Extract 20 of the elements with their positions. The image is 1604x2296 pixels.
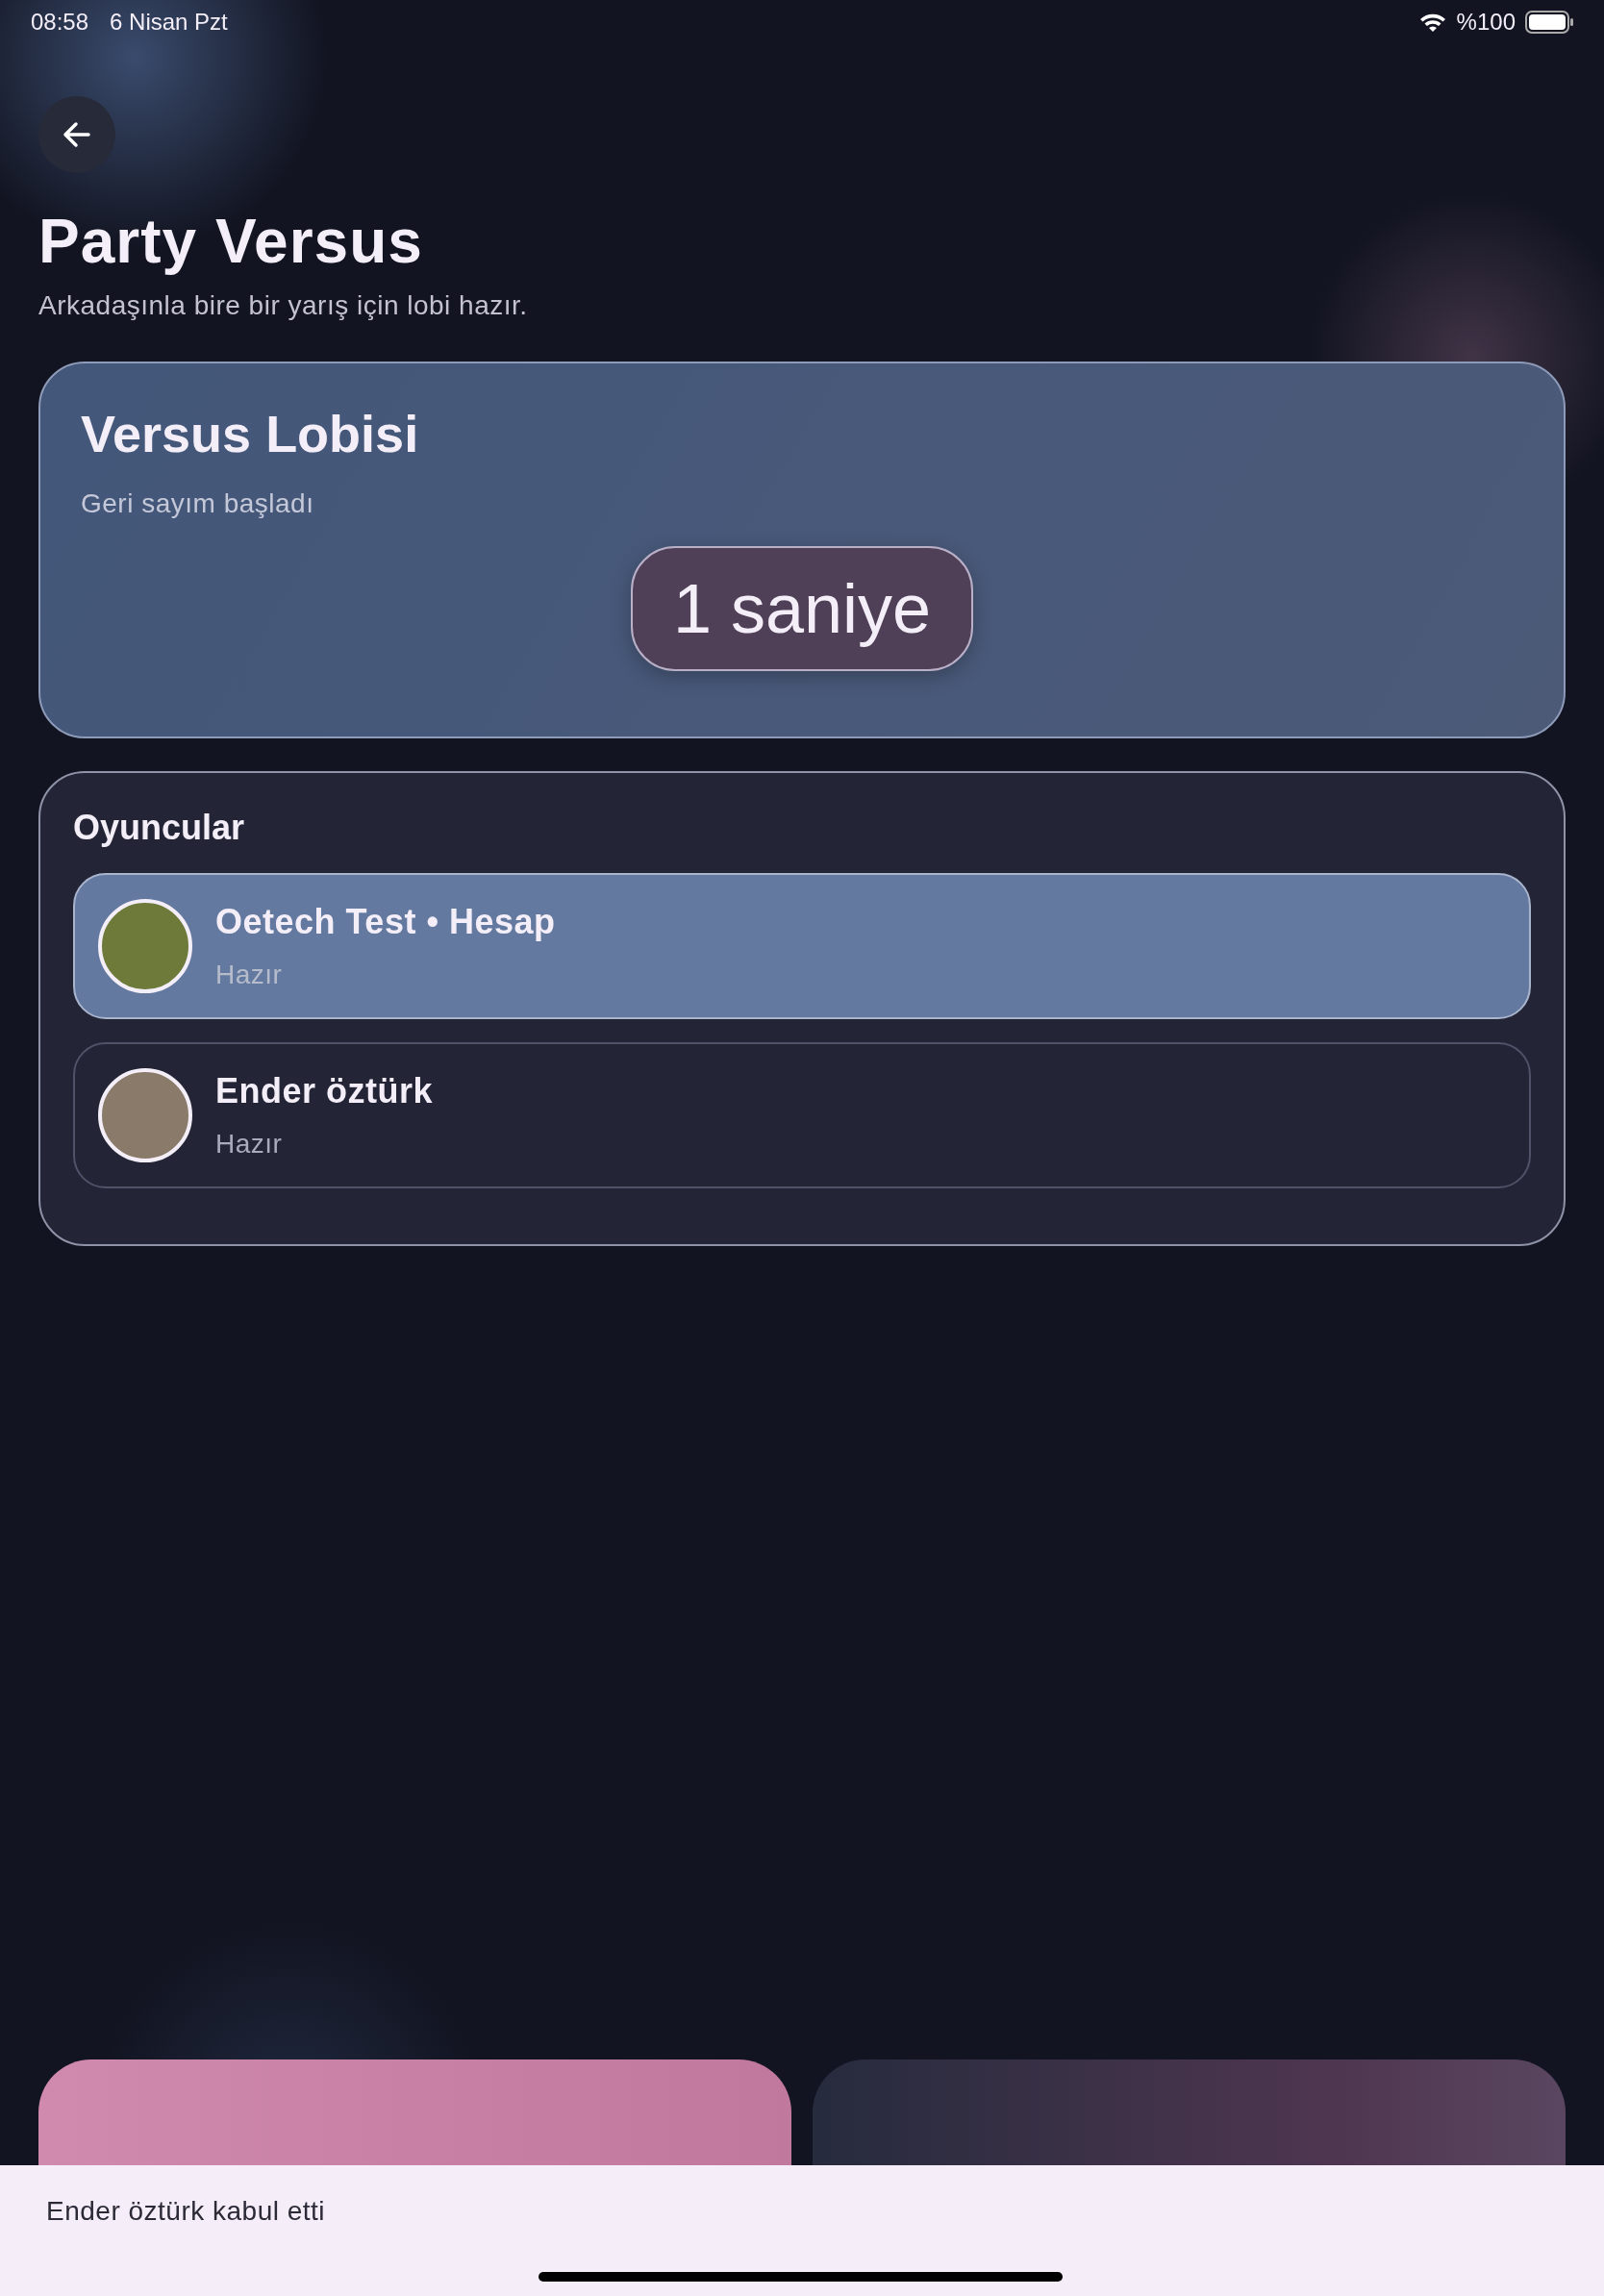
lobby-status: Geri sayım başladı [81,488,315,519]
wifi-icon [1417,12,1447,33]
battery-icon [1525,11,1573,34]
status-date: 6 Nisan Pzt [110,9,228,36]
player-status: Hazır [215,1129,284,1160]
player-row[interactable]: Oetech Test • Hesap Hazır [73,873,1531,1019]
snackbar-message: Ender öztürk kabul etti [46,2196,326,2227]
battery-percent: %100 [1456,9,1516,36]
countdown-badge: 1 saniye [630,546,974,671]
action-button[interactable] [38,2059,791,2165]
page-title: Party Versus [38,206,424,277]
player-name: Ender öztürk [215,1071,434,1111]
action-button[interactable] [813,2059,1566,2165]
status-time: 08:58 [31,9,89,36]
players-title: Oyuncular [73,808,246,848]
page-subtitle: Arkadaşınla bire bir yarış için lobi hazır. [38,290,529,321]
player-row[interactable]: Ender öztürk Hazır [73,1042,1531,1188]
lobby-title: Versus Lobisi [81,404,420,463]
player-name: Oetech Test • Hesap [215,902,556,942]
player-status: Hazır [215,960,284,990]
